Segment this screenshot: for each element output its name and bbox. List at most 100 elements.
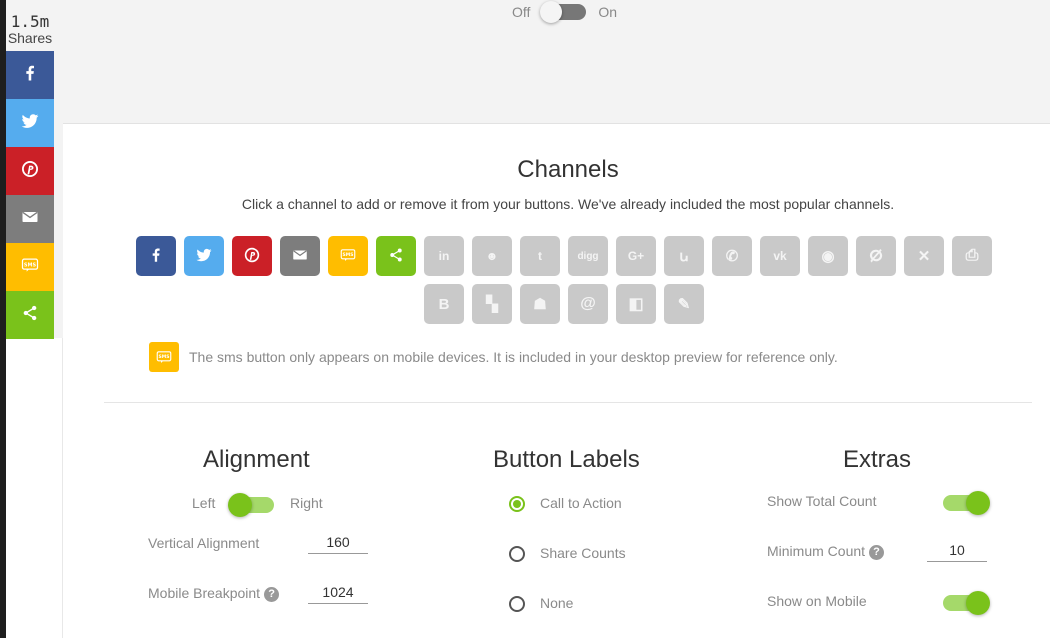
alignment-toggle[interactable] [228,493,274,517]
alignment-left-label: Left [192,495,216,511]
meneame-icon: ☗ [533,296,547,313]
sms-icon: SMS [339,246,357,267]
channel-digg-button[interactable]: digg [568,236,608,276]
stumbleupon-icon: ꭎ [679,248,689,265]
mobile-breakpoint-input[interactable]: 1024 [308,584,368,604]
minimum-count-text: Minimum Count [767,543,866,559]
vertical-alignment-label: Vertical Alignment [148,535,260,551]
channel-blogger-button[interactable]: B [424,284,464,324]
whatsapp-icon: ✆ [725,248,739,265]
weibo-icon: ◉ [821,248,835,265]
channel-facebook-button[interactable] [136,236,176,276]
top-toggle-group: Off On [512,1,618,23]
share-email-button[interactable] [6,195,54,243]
channel-googleplus-button[interactable]: G+ [616,236,656,276]
toggle-knob [540,1,563,23]
channel-email-button[interactable] [280,236,320,276]
reddit-icon: ☻ [485,249,499,263]
vertical-alignment-input[interactable]: 160 [308,534,368,554]
channel-whatsapp-button[interactable]: ✆ [712,236,752,276]
left-gutter [6,338,63,638]
googleplus-icon: G+ [627,249,645,263]
channel-flipboard-button[interactable]: ▚ [472,284,512,324]
channel-linkedin-button[interactable]: in [424,236,464,276]
sms-icon: SMS [149,342,179,372]
radio-call-to-action[interactable] [509,496,525,512]
share-sharethis-button[interactable] [6,291,54,339]
odnoklassniki-icon: ⵁ [869,248,883,265]
radio-none[interactable] [509,596,525,612]
sticky-share-bar: 1.5m Shares SMS [6,14,54,339]
digg-icon: digg [577,250,599,262]
settings-panel: Channels Click a channel to add or remov… [63,123,1050,638]
facebook-icon [147,246,165,267]
toggle-on-label: On [598,4,618,20]
channel-tumblr-button[interactable]: t [520,236,560,276]
channel-livejournal-button[interactable]: ✎ [664,284,704,324]
channel-twitter-button[interactable] [184,236,224,276]
channel-reddit-button[interactable]: ☻ [472,236,512,276]
pinterest-icon [20,159,40,184]
section-divider [104,402,1032,403]
mobile-breakpoint-label: Mobile Breakpoint? [148,585,280,602]
channel-stumbleupon-button[interactable]: ꭎ [664,236,704,276]
channel-delicious-button[interactable]: ◧ [616,284,656,324]
share-facebook-button[interactable] [6,51,54,99]
print-icon: ⎙ [965,247,979,264]
share-count-number: 1.5m [10,12,50,31]
radio-share-counts[interactable] [509,546,525,562]
sms-note: SMS The sms button only appears on mobil… [149,342,838,372]
share-twitter-button[interactable] [6,99,54,147]
share-count: 1.5m Shares [6,12,54,46]
channel-vk-button[interactable]: vk [760,236,800,276]
share-icon [20,303,40,328]
svg-text:SMS: SMS [24,262,37,268]
show-total-count-label: Show Total Count [767,493,877,509]
vk-icon: vk [773,249,787,263]
button-labels-title: Button Labels [493,446,640,473]
toggle-knob [228,493,252,517]
channel-weibo-button[interactable]: ◉ [808,236,848,276]
minimum-count-input[interactable]: 10 [927,542,987,562]
blogger-icon: B [438,295,450,313]
twitter-icon [20,111,40,136]
svg-text:SMS: SMS [343,252,354,258]
channel-pinterest-button[interactable] [232,236,272,276]
channels-subtitle: Click a channel to add or remove it from… [241,196,895,212]
flipboard-icon: ▚ [486,296,498,313]
pinterest-icon [243,246,261,267]
channel-xing-button[interactable]: ✕ [904,236,944,276]
radio-call-to-action-label: Call to Action [540,495,622,511]
mobile-breakpoint-text: Mobile Breakpoint [148,585,261,601]
xing-icon: ✕ [917,248,931,265]
tumblr-icon: t [538,249,542,263]
channel-at-button[interactable]: @ [568,284,608,324]
toggle-knob [966,491,990,515]
share-icon [387,246,405,267]
delicious-icon: ◧ [628,296,644,313]
channel-sharethis-button[interactable] [376,236,416,276]
minimum-count-label: Minimum Count? [767,543,885,560]
channel-sms-button[interactable]: SMS [328,236,368,276]
radio-share-counts-label: Share Counts [540,545,626,561]
channel-meneame-button[interactable]: ☗ [520,284,560,324]
extras-title: Extras [843,446,912,473]
toggle-knob [966,591,990,615]
channels-title: Channels [517,156,619,183]
share-pinterest-button[interactable] [6,147,54,195]
share-count-label: Shares [7,30,53,46]
facebook-icon [20,63,40,88]
enable-toggle[interactable] [540,1,587,23]
channel-print-button[interactable]: ⎙ [952,236,992,276]
help-icon[interactable]: ? [869,544,885,560]
help-icon[interactable]: ? [264,586,280,602]
sms-note-text: The sms button only appears on mobile de… [189,349,838,365]
show-total-count-toggle[interactable] [943,491,990,515]
alignment-right-label: Right [290,495,323,511]
share-sms-button[interactable]: SMS [6,243,54,291]
linkedin-icon: in [438,249,450,263]
channel-odnoklassniki-button[interactable]: ⵁ [856,236,896,276]
svg-text:SMS: SMS [159,354,170,360]
show-on-mobile-toggle[interactable] [943,591,990,615]
alignment-title: Alignment [203,446,310,473]
